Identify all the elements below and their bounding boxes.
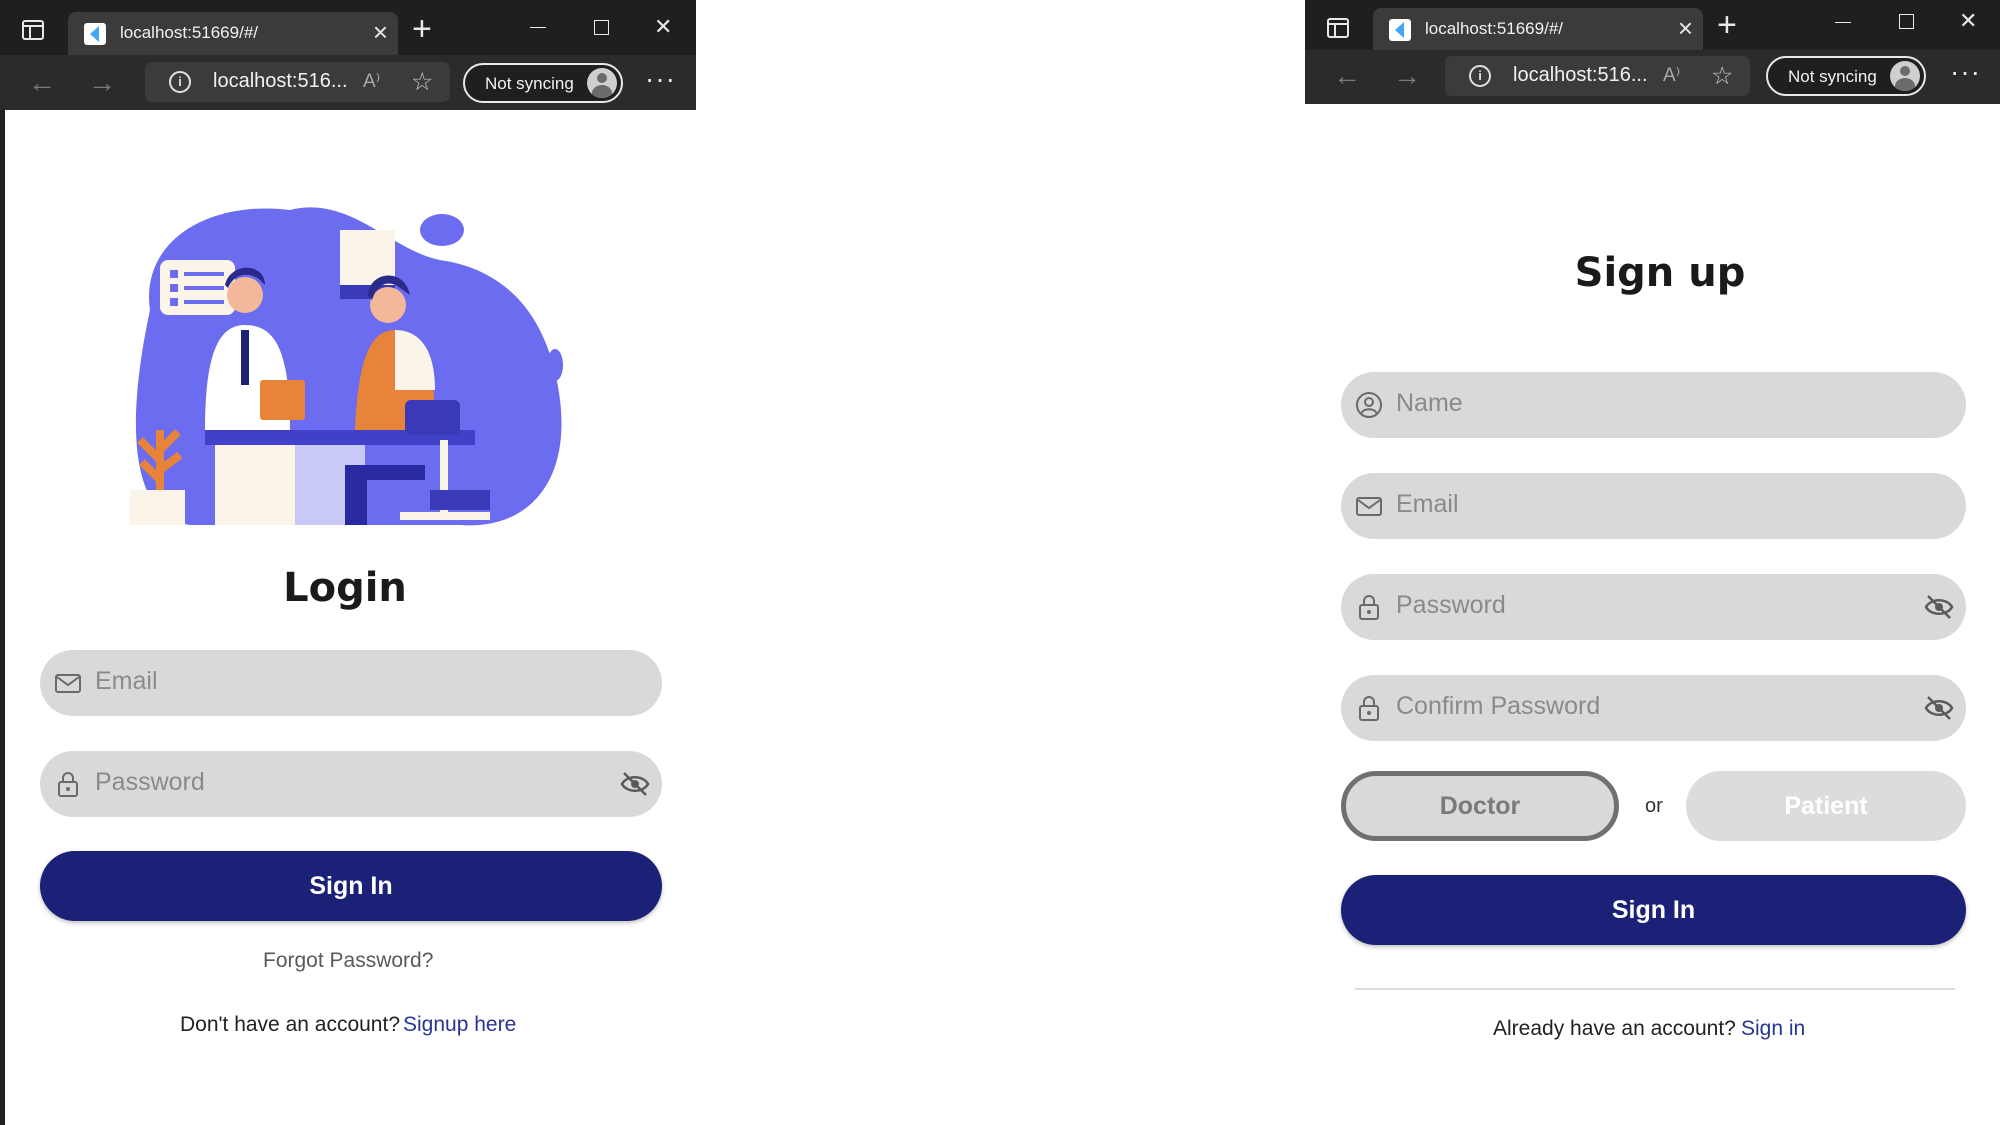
signup-password-field[interactable]: Password	[1341, 574, 1966, 640]
browser-tab[interactable]: localhost:51669/#/ ×	[68, 12, 398, 55]
mail-icon	[55, 674, 81, 693]
name-placeholder: Name	[1396, 389, 1463, 417]
password-placeholder: Password	[1396, 591, 1506, 619]
divider	[1355, 988, 1955, 990]
tab-title: localhost:51669/#/	[120, 23, 258, 42]
tab-close-icon[interactable]: ×	[1678, 15, 1693, 41]
lock-icon	[1359, 595, 1379, 620]
password-placeholder: Password	[95, 768, 205, 796]
new-tab-plus-icon[interactable]: +	[412, 12, 432, 46]
role-or-text: or	[1645, 795, 1663, 817]
confirm-password-placeholder: Confirm Password	[1396, 692, 1601, 720]
doctor-consultation-illustration	[130, 207, 563, 526]
url-text: localhost:516...	[213, 70, 348, 92]
login-title: Login	[283, 565, 407, 611]
flutter-favicon	[1389, 19, 1411, 41]
login-window: localhost:51669/#/ × + ✕ ← → i localhost…	[0, 0, 696, 1125]
signup-name-field[interactable]: Name	[1341, 372, 1966, 438]
forgot-password-link[interactable]: Forgot Password?	[263, 949, 433, 973]
signup-sign-in-button[interactable]: Sign In	[1341, 875, 1966, 945]
eye-off-icon[interactable]	[1924, 695, 1954, 721]
sync-label: Not syncing	[1788, 67, 1877, 86]
sync-label: Not syncing	[485, 74, 574, 93]
forward-icon[interactable]: →	[1393, 62, 1421, 90]
favorite-icon[interactable]: ☆	[1711, 61, 1733, 91]
no-account-text: Don't have an account?	[180, 1013, 400, 1036]
minimize-icon[interactable]	[530, 27, 546, 28]
read-aloud-icon[interactable]: A⁾	[363, 70, 380, 93]
info-icon[interactable]: i	[169, 71, 191, 93]
back-icon[interactable]: ←	[1333, 62, 1361, 90]
mail-icon	[1356, 497, 1382, 516]
favorite-icon[interactable]: ☆	[411, 67, 433, 97]
tab-bar: localhost:51669/#/ × + ✕	[1305, 0, 2000, 50]
tab-actions-icon[interactable]	[22, 20, 44, 40]
tab-close-icon[interactable]: ×	[373, 19, 388, 45]
avatar-icon	[587, 68, 617, 98]
signup-confirm-password-field[interactable]: Confirm Password	[1341, 675, 1966, 741]
profile-sync-button[interactable]: Not syncing	[1766, 56, 1926, 96]
window-border	[0, 0, 5, 1125]
user-circle-icon	[1356, 392, 1382, 418]
email-placeholder: Email	[95, 667, 158, 695]
tab-actions-icon[interactable]	[1327, 18, 1349, 38]
new-tab-plus-icon[interactable]: +	[1717, 8, 1737, 42]
maximize-icon[interactable]	[1899, 14, 1914, 29]
read-aloud-icon[interactable]: A⁾	[1663, 64, 1680, 87]
more-icon[interactable]: ···	[645, 65, 676, 93]
address-bar[interactable]: i localhost:516... A⁾ ☆	[1445, 56, 1750, 96]
profile-sync-button[interactable]: Not syncing	[463, 63, 623, 103]
avatar-icon	[1890, 61, 1920, 91]
eye-off-icon[interactable]	[620, 771, 650, 797]
maximize-icon[interactable]	[594, 20, 609, 35]
email-placeholder: Email	[1396, 490, 1459, 518]
login-email-field[interactable]: Email	[40, 650, 662, 716]
lock-icon	[58, 772, 78, 797]
eye-off-icon[interactable]	[1924, 594, 1954, 620]
info-icon[interactable]: i	[1469, 65, 1491, 87]
signup-link[interactable]: Signup here	[403, 1013, 516, 1037]
window-close-icon[interactable]: ✕	[654, 16, 672, 38]
forward-icon[interactable]: →	[88, 69, 116, 97]
window-close-icon[interactable]: ✕	[1959, 10, 1977, 32]
browser-toolbar: ← → i localhost:516... A⁾ ☆ Not syncing …	[0, 55, 696, 110]
tab-bar: localhost:51669/#/ × + ✕	[0, 0, 696, 55]
more-icon[interactable]: ···	[1950, 58, 1981, 86]
minimize-icon[interactable]	[1835, 22, 1851, 23]
role-patient-button[interactable]: Patient	[1686, 771, 1966, 841]
url-text: localhost:516...	[1513, 64, 1648, 86]
flutter-favicon	[84, 23, 106, 45]
role-doctor-button[interactable]: Doctor	[1341, 771, 1619, 841]
login-sign-in-button[interactable]: Sign In	[40, 851, 662, 921]
signup-window: localhost:51669/#/ × + ✕ ← → i localhost…	[1305, 0, 2000, 1125]
signin-link[interactable]: Sign in	[1741, 1017, 1805, 1041]
lock-icon	[1359, 696, 1379, 721]
signup-title: Sign up	[1574, 250, 1746, 296]
login-password-field[interactable]: Password	[40, 751, 662, 817]
back-icon[interactable]: ←	[28, 69, 56, 97]
address-bar[interactable]: i localhost:516... A⁾ ☆	[145, 62, 450, 102]
signup-email-field[interactable]: Email	[1341, 473, 1966, 539]
tab-title: localhost:51669/#/	[1425, 19, 1563, 38]
browser-tab[interactable]: localhost:51669/#/ ×	[1373, 8, 1703, 50]
browser-toolbar: ← → i localhost:516... A⁾ ☆ Not syncing …	[1305, 50, 2000, 104]
have-account-text: Already have an account?	[1493, 1017, 1736, 1040]
